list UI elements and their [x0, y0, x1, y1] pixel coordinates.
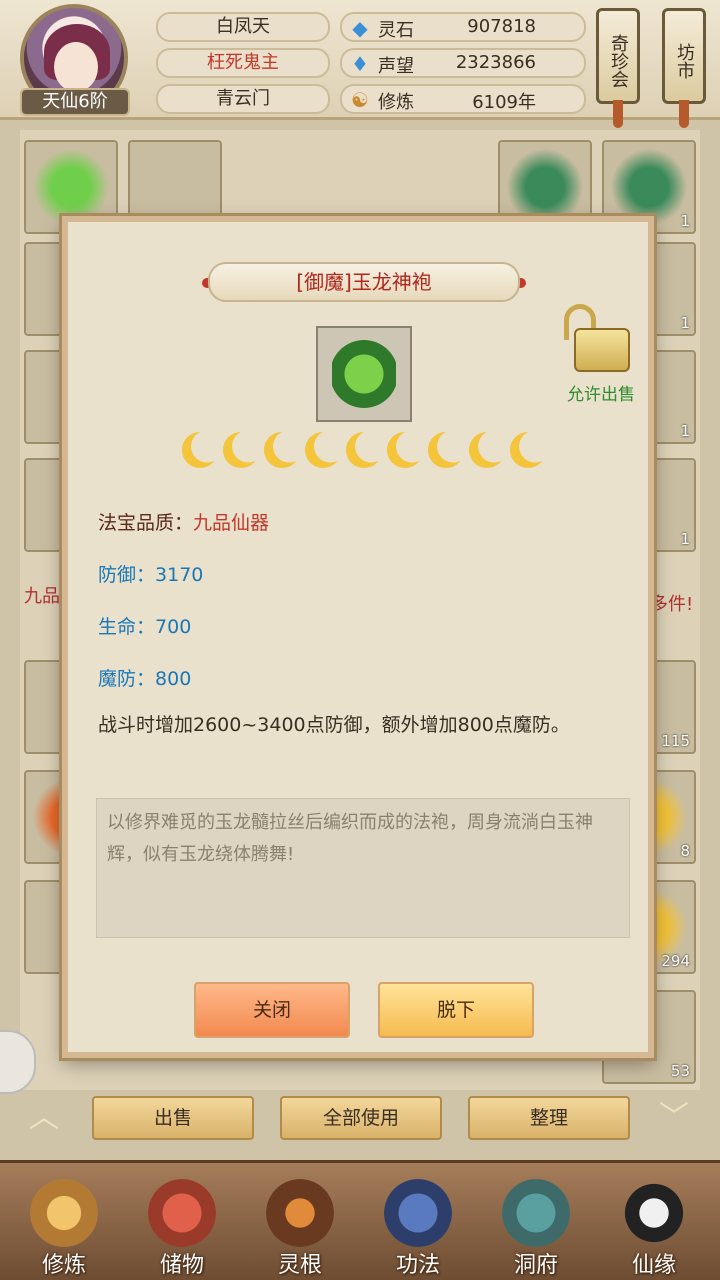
- description-box: 以修界难觅的玉龙髓拉丝后编织而成的法袍，周身流淌白玉神辉，似有玉龙绕体腾舞!: [96, 798, 630, 938]
- allow-sell-label: 允许出售: [567, 385, 635, 405]
- nav-label: 灵根: [277, 1253, 322, 1278]
- multi-item-hint: 多件!: [650, 594, 694, 615]
- slot-count: 8: [680, 842, 690, 860]
- attr-label: 生命：: [98, 616, 156, 638]
- stat-reputation: ♦ 声望 2323866: [340, 48, 586, 78]
- stat-cultivation: ☯ 修炼 6109年: [340, 84, 586, 114]
- attr-life: 生命：700: [98, 612, 191, 639]
- attr-label: 魔防：: [98, 668, 156, 690]
- slot-count: 1: [680, 314, 690, 332]
- crescent-moon-icon: [510, 432, 546, 468]
- stat-value: 907818: [467, 16, 536, 37]
- crescent-moon-icon: [223, 432, 259, 468]
- reputation-icon: ♦: [351, 52, 369, 76]
- quality-value: 九品仙器: [193, 512, 270, 534]
- tassel-ornament: [613, 100, 623, 128]
- stat-label: 灵石: [378, 20, 414, 41]
- attr-value: 3170: [155, 564, 204, 586]
- close-button[interactable]: 关闭: [194, 982, 350, 1038]
- stat-spirit-stone: ◆ 灵石 907818: [340, 12, 586, 42]
- item-icon-frame: [316, 326, 412, 422]
- stat-value: 6109年: [472, 92, 536, 113]
- stat-label: 修炼: [378, 92, 414, 113]
- slot-count: 294: [661, 952, 690, 970]
- nav-fate[interactable]: 仙缘: [602, 1173, 706, 1280]
- attr-defense: 防御：3170: [98, 560, 203, 587]
- slot-count: 115: [661, 732, 690, 750]
- nav-storage[interactable]: 储物: [130, 1173, 234, 1280]
- item-title: [御魔]玉龙神袍: [208, 262, 520, 302]
- quality-row: 法宝品质：九品仙器: [98, 508, 269, 535]
- stat-value: 2323866: [455, 52, 536, 73]
- crescent-moon-icon: [428, 432, 464, 468]
- stat-label: 声望: [378, 56, 414, 77]
- pavilion-icon: [502, 1179, 570, 1247]
- attr-magic-defense: 魔防：800: [98, 664, 191, 691]
- unequip-button[interactable]: 脱下: [378, 982, 534, 1038]
- player-sect: 青云门: [156, 84, 330, 114]
- top-header: 天仙6阶 白凤天 枉死鬼主 青云门 ◆ 灵石 907818 ♦ 声望 23238…: [0, 0, 720, 128]
- slot-count: 1: [680, 530, 690, 548]
- treasure-bag-icon: [148, 1179, 216, 1247]
- scroll-up-icon[interactable]: ︿: [24, 1100, 64, 1136]
- attr-value: 800: [155, 668, 192, 690]
- sell-lock-toggle[interactable]: 允许出售: [556, 296, 646, 406]
- tassel-ornament: [679, 100, 689, 128]
- player-name: 白凤天: [156, 12, 330, 42]
- nav-cultivate[interactable]: 修炼: [12, 1173, 116, 1280]
- crescent-moon-icon: [387, 432, 423, 468]
- item-detail-dialog: [御魔]玉龙神袍 允许出售 法宝品质：九品仙器 防御：3170 生命：700 魔…: [62, 216, 654, 1058]
- monk-icon: [30, 1179, 98, 1247]
- star-rating: [182, 432, 552, 472]
- nav-label: 修炼: [41, 1253, 86, 1278]
- slot-count: 53: [670, 1062, 690, 1080]
- avatar-face: [54, 42, 98, 92]
- crescent-moon-icon: [346, 432, 382, 468]
- slot-count: 1: [680, 422, 690, 440]
- nav-label: 仙缘: [631, 1253, 676, 1278]
- nav-spirit-root[interactable]: 灵根: [248, 1173, 352, 1280]
- nav-label: 储物: [159, 1253, 204, 1278]
- player-title: 枉死鬼主: [156, 48, 330, 78]
- cultivation-icon: ☯: [351, 88, 369, 112]
- attr-label: 防御：: [98, 564, 156, 586]
- scroll-down-icon[interactable]: ﹀: [654, 1100, 694, 1136]
- quality-label: 法宝品质：: [98, 512, 194, 534]
- use-all-button[interactable]: 全部使用: [280, 1096, 442, 1140]
- jade-dragon-robe-icon: [332, 338, 396, 410]
- bookcase-icon: [384, 1179, 452, 1247]
- bottom-nav: 修炼 储物 灵根 功法 洞府 仙缘: [0, 1160, 720, 1280]
- treasure-fair-button[interactable]: 奇珍会: [596, 8, 640, 104]
- category-tag: 九品: [24, 586, 60, 607]
- nav-label: 洞府: [513, 1253, 558, 1278]
- sort-button[interactable]: 整理: [468, 1096, 630, 1140]
- crescent-moon-icon: [264, 432, 300, 468]
- attr-value: 700: [155, 616, 192, 638]
- crescent-moon-icon: [305, 432, 341, 468]
- crescent-moon-icon: [469, 432, 505, 468]
- rank-badge: 天仙6阶: [20, 88, 130, 116]
- market-button[interactable]: 坊市: [662, 8, 706, 104]
- unlocked-lock-icon: [574, 328, 630, 372]
- description-text: 以修界难觅的玉龙髓拉丝后编织而成的法袍，周身流淌白玉神辉，似有玉龙绕体腾舞!: [107, 812, 593, 865]
- effect-text: 战斗时增加2600~3400点防御，额外增加800点魔防。: [98, 714, 570, 736]
- nav-cave[interactable]: 洞府: [484, 1173, 588, 1280]
- nav-label: 功法: [395, 1253, 440, 1278]
- inventory-actions: ︿ 出售 全部使用 整理 ﹀: [0, 1094, 720, 1144]
- nav-skills[interactable]: 功法: [366, 1173, 470, 1280]
- sell-button[interactable]: 出售: [92, 1096, 254, 1140]
- spirit-root-icon: [266, 1179, 334, 1247]
- spirit-stone-icon: ◆: [352, 16, 368, 40]
- slot-count: 1: [680, 212, 690, 230]
- yin-yang-icon: [620, 1179, 688, 1247]
- crescent-moon-icon: [182, 432, 218, 468]
